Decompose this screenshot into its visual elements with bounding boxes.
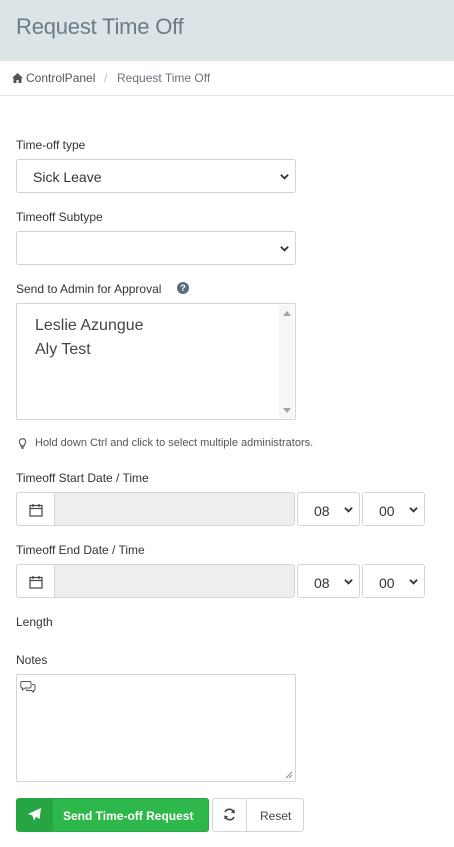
send-request-label: Send Time-off Request	[63, 809, 194, 823]
chevron-down-icon	[409, 507, 418, 513]
start-minute-select[interactable]: 00	[362, 492, 425, 526]
hint-text: Hold down Ctrl and click to select multi…	[35, 437, 314, 449]
start-date-group	[16, 492, 295, 526]
start-date-input[interactable]	[54, 492, 295, 526]
resize-grip-icon[interactable]	[285, 771, 293, 779]
start-hour-value: 08	[314, 503, 330, 519]
end-date-input[interactable]	[54, 564, 295, 598]
timeoff-type-label: Time-off type	[16, 138, 86, 152]
scroll-up-arrow-icon[interactable]	[283, 311, 291, 316]
admin-approval-label: Send to Admin for Approval	[16, 282, 162, 296]
chevron-down-icon	[409, 579, 418, 585]
scroll-down-arrow-icon[interactable]	[283, 408, 291, 413]
timeoff-subtype-select[interactable]	[16, 231, 296, 265]
reset-icon-box	[213, 799, 247, 831]
help-icon[interactable]: ?	[177, 282, 189, 294]
notes-textarea[interactable]	[16, 674, 296, 782]
scrollbar[interactable]	[279, 305, 294, 418]
notes-label: Notes	[16, 653, 48, 667]
page-title: Request Time Off	[16, 14, 184, 39]
home-icon	[12, 73, 23, 83]
send-request-button[interactable]: Send Time-off Request	[16, 798, 209, 832]
length-label: Length	[16, 615, 53, 629]
end-hour-value: 08	[314, 575, 330, 591]
timeoff-type-select[interactable]: Sick Leave	[16, 159, 296, 193]
paper-plane-icon	[28, 808, 41, 821]
reset-button[interactable]: Reset	[212, 798, 304, 832]
send-icon-box	[17, 799, 53, 831]
multi-select-hint: Hold down Ctrl and click to select multi…	[18, 437, 313, 449]
calendar-icon	[29, 576, 43, 589]
end-date-group	[16, 564, 295, 598]
admin-option[interactable]: Leslie Azungue	[35, 317, 144, 335]
start-hour-select[interactable]: 08	[297, 492, 360, 526]
end-calendar-button[interactable]	[16, 564, 55, 598]
admin-option[interactable]: Aly Test	[35, 341, 91, 359]
breadcrumb-home-label: ControlPanel	[26, 71, 96, 85]
lightbulb-icon	[18, 437, 27, 449]
breadcrumb-separator: /	[104, 71, 108, 85]
admin-multiselect[interactable]: Leslie Azungue Aly Test	[16, 303, 296, 420]
comments-icon	[20, 681, 36, 693]
breadcrumb-home[interactable]: ControlPanel	[12, 71, 95, 85]
start-minute-value: 00	[379, 503, 395, 519]
chevron-down-icon	[280, 246, 289, 252]
chevron-down-icon	[344, 579, 353, 585]
end-minute-value: 00	[379, 575, 395, 591]
reset-label: Reset	[260, 809, 292, 823]
start-calendar-button[interactable]	[16, 492, 55, 526]
end-hour-select[interactable]: 08	[297, 564, 360, 598]
start-datetime-label: Timeoff Start Date / Time	[16, 471, 149, 485]
breadcrumb-current: Request Time Off	[117, 71, 211, 85]
timeoff-type-value: Sick Leave	[33, 169, 102, 185]
breadcrumb: ControlPanel / Request Time Off	[0, 61, 454, 96]
page-header: Request Time Off	[0, 0, 454, 61]
calendar-icon	[29, 504, 43, 517]
refresh-icon	[224, 808, 235, 821]
chevron-down-icon	[344, 507, 353, 513]
chevron-down-icon	[280, 174, 289, 180]
end-minute-select[interactable]: 00	[362, 564, 425, 598]
end-datetime-label: Timeoff End Date / Time	[16, 543, 145, 557]
timeoff-subtype-label: Timeoff Subtype	[16, 210, 103, 224]
